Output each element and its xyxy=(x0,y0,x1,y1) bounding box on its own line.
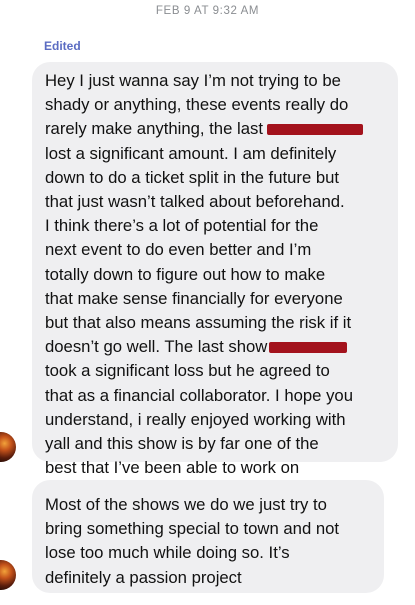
message-line: lose too much while doing so. It’s xyxy=(45,543,290,563)
message-line: Most of the shows we do we just try to xyxy=(45,495,327,514)
message-line: that as a financial collaborator. I hope… xyxy=(45,385,353,405)
message-line: that make sense financially for everyone xyxy=(45,288,343,308)
message-line: took a significant loss but he agreed to xyxy=(45,361,330,381)
edited-label[interactable]: Edited xyxy=(44,39,81,53)
message-line: but that also means assuming the risk if… xyxy=(45,313,352,333)
message-line: shady or anything, these events really d… xyxy=(45,95,349,115)
message-timestamp: FEB 9 AT 9:32 AM xyxy=(155,5,260,17)
message-line: totally down to figure out how to make xyxy=(45,264,326,284)
message-line: next event to do even better and I’m xyxy=(45,240,312,260)
message-line-text: doesn’t go well. The last show xyxy=(45,337,268,357)
message-line: bring something special to town and not xyxy=(45,519,340,539)
message-line: lost a significant amount. I am definite… xyxy=(45,143,337,163)
message-line: definitely a passion project xyxy=(45,567,242,587)
redaction-mark xyxy=(269,342,348,354)
sender-avatar[interactable] xyxy=(0,432,16,462)
message-line: down to do a ticket split in the future … xyxy=(45,167,340,187)
message-line-text: rarely make anything, the last xyxy=(45,119,263,139)
message-bubble[interactable]: Most of the shows we do we just try to b… xyxy=(32,480,384,593)
message-line: that just wasn’t talked about beforehand… xyxy=(45,192,345,212)
sender-avatar[interactable] xyxy=(0,560,16,590)
message-line: rarely make anything, the last xyxy=(45,117,384,141)
message-line: best that I’ve been able to work on xyxy=(45,458,300,478)
message-line: I think there’s a lot of potential for t… xyxy=(45,216,319,236)
redaction-mark xyxy=(266,124,363,136)
message-line: doesn’t go well. The last show xyxy=(45,335,384,359)
message-line: yall and this show is by far one of the xyxy=(45,434,319,454)
message-bubble[interactable]: Hey I just wanna say I’m not trying to b… xyxy=(32,62,398,477)
message-line: understand, i really enjoyed working wit… xyxy=(45,409,346,429)
message-line: Hey I just wanna say I’m not trying to b… xyxy=(45,71,341,90)
